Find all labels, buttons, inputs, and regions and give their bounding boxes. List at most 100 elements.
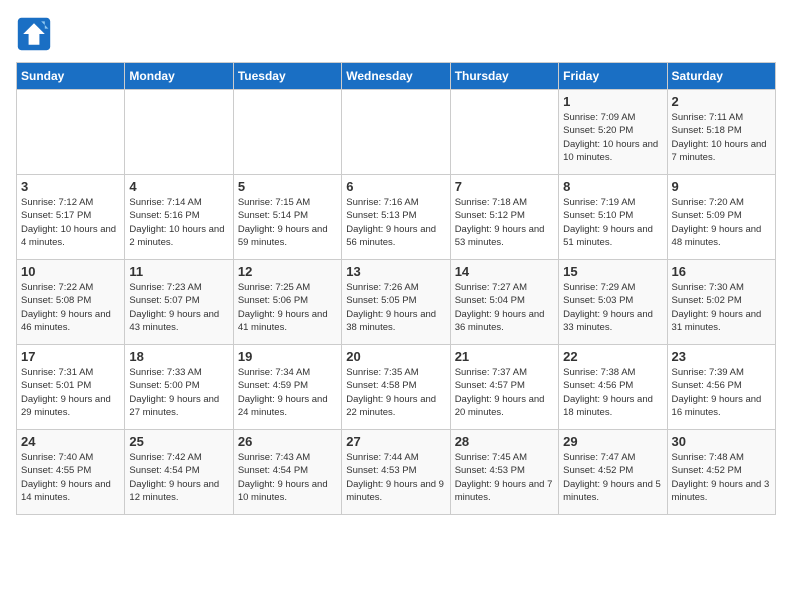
- calendar-header-monday: Monday: [125, 63, 233, 90]
- logo-icon: [16, 16, 52, 52]
- calendar-cell: 28Sunrise: 7:45 AM Sunset: 4:53 PM Dayli…: [450, 430, 558, 515]
- day-info: Sunrise: 7:22 AM Sunset: 5:08 PM Dayligh…: [21, 281, 120, 334]
- day-info: Sunrise: 7:23 AM Sunset: 5:07 PM Dayligh…: [129, 281, 228, 334]
- day-number: 8: [563, 179, 662, 194]
- calendar-cell: 18 Sunrise: 7:33 AM Sunset: 5:00 PM Dayli…: [125, 345, 233, 430]
- day-info: Sunrise: 7:30 AM Sunset: 5:02 PM Dayligh…: [672, 281, 771, 334]
- day-info: Sunrise: 7:35 AM Sunset: 4:58 PM Dayligh…: [346, 366, 445, 419]
- day-info: Sunrise: 7:09 AM Sunset: 5:20 PM Dayligh…: [563, 111, 662, 164]
- calendar-cell: 16 Sunrise: 7:30 AM Sunset: 5:02 PM Dayli…: [667, 260, 775, 345]
- day-number: 7: [455, 179, 554, 194]
- day-info: Sunrise: 7:26 AM Sunset: 5:05 PM Dayligh…: [346, 281, 445, 334]
- day-number: 18: [129, 349, 228, 364]
- day-number: 5: [238, 179, 337, 194]
- day-number: 11: [129, 264, 228, 279]
- calendar-body: 1 Sunrise: 7:09 AM Sunset: 5:20 PM Daylig…: [17, 90, 776, 515]
- day-info: Sunrise: 7:44 AM Sunset: 4:53 PM Dayligh…: [346, 451, 445, 504]
- day-number: 16: [672, 264, 771, 279]
- day-number: 6: [346, 179, 445, 194]
- calendar-header-wednesday: Wednesday: [342, 63, 450, 90]
- calendar-cell: 10 Sunrise: 7:22 AM Sunset: 5:08 PM Dayli…: [17, 260, 125, 345]
- calendar-week-row: 10 Sunrise: 7:22 AM Sunset: 5:08 PM Dayli…: [17, 260, 776, 345]
- day-number: 21: [455, 349, 554, 364]
- day-info: Sunrise: 7:16 AM Sunset: 5:13 PM Dayligh…: [346, 196, 445, 249]
- calendar-cell: [125, 90, 233, 175]
- calendar-cell: 1 Sunrise: 7:09 AM Sunset: 5:20 PM Daylig…: [559, 90, 667, 175]
- calendar-cell: 11 Sunrise: 7:23 AM Sunset: 5:07 PM Dayli…: [125, 260, 233, 345]
- calendar-cell: 2 Sunrise: 7:11 AM Sunset: 5:18 PM Daylig…: [667, 90, 775, 175]
- day-info: Sunrise: 7:34 AM Sunset: 4:59 PM Dayligh…: [238, 366, 337, 419]
- calendar-cell: [17, 90, 125, 175]
- day-number: 29: [563, 434, 662, 449]
- calendar-header-tuesday: Tuesday: [233, 63, 341, 90]
- day-info: Sunrise: 7:19 AM Sunset: 5:10 PM Dayligh…: [563, 196, 662, 249]
- calendar-week-row: 17 Sunrise: 7:31 AM Sunset: 5:01 PM Dayli…: [17, 345, 776, 430]
- day-number: 1: [563, 94, 662, 109]
- day-number: 15: [563, 264, 662, 279]
- calendar-cell: 13 Sunrise: 7:26 AM Sunset: 5:05 PM Dayli…: [342, 260, 450, 345]
- day-info: Sunrise: 7:27 AM Sunset: 5:04 PM Dayligh…: [455, 281, 554, 334]
- calendar-cell: 4Sunrise: 7:14 AM Sunset: 5:16 PM Daylig…: [125, 175, 233, 260]
- calendar-header-sunday: Sunday: [17, 63, 125, 90]
- day-info: Sunrise: 7:11 AM Sunset: 5:18 PM Dayligh…: [672, 111, 771, 164]
- day-number: 30: [672, 434, 771, 449]
- calendar-week-row: 1 Sunrise: 7:09 AM Sunset: 5:20 PM Daylig…: [17, 90, 776, 175]
- day-info: Sunrise: 7:40 AM Sunset: 4:55 PM Dayligh…: [21, 451, 120, 504]
- day-number: 10: [21, 264, 120, 279]
- calendar-cell: 29 Sunrise: 7:47 AM Sunset: 4:52 PM Dayli…: [559, 430, 667, 515]
- day-info: Sunrise: 7:20 AM Sunset: 5:09 PM Dayligh…: [672, 196, 771, 249]
- day-info: Sunrise: 7:25 AM Sunset: 5:06 PM Dayligh…: [238, 281, 337, 334]
- day-info: Sunrise: 7:43 AM Sunset: 4:54 PM Dayligh…: [238, 451, 337, 504]
- calendar-cell: 20 Sunrise: 7:35 AM Sunset: 4:58 PM Dayli…: [342, 345, 450, 430]
- calendar-week-row: 3Sunrise: 7:12 AM Sunset: 5:17 PM Daylig…: [17, 175, 776, 260]
- day-number: 13: [346, 264, 445, 279]
- calendar-table: SundayMondayTuesdayWednesdayThursdayFrid…: [16, 62, 776, 515]
- day-number: 3: [21, 179, 120, 194]
- calendar-cell: 6 Sunrise: 7:16 AM Sunset: 5:13 PM Daylig…: [342, 175, 450, 260]
- day-info: Sunrise: 7:33 AM Sunset: 5:00 PM Dayligh…: [129, 366, 228, 419]
- day-number: 4: [129, 179, 228, 194]
- day-info: Sunrise: 7:38 AM Sunset: 4:56 PM Dayligh…: [563, 366, 662, 419]
- day-info: Sunrise: 7:15 AM Sunset: 5:14 PM Dayligh…: [238, 196, 337, 249]
- calendar-header-saturday: Saturday: [667, 63, 775, 90]
- day-info: Sunrise: 7:42 AM Sunset: 4:54 PM Dayligh…: [129, 451, 228, 504]
- page-header: [16, 16, 776, 52]
- day-number: 19: [238, 349, 337, 364]
- calendar-cell: 22Sunrise: 7:38 AM Sunset: 4:56 PM Dayli…: [559, 345, 667, 430]
- logo: [16, 16, 56, 52]
- day-number: 2: [672, 94, 771, 109]
- calendar-cell: 12Sunrise: 7:25 AM Sunset: 5:06 PM Dayli…: [233, 260, 341, 345]
- day-number: 24: [21, 434, 120, 449]
- calendar-cell: 5 Sunrise: 7:15 AM Sunset: 5:14 PM Daylig…: [233, 175, 341, 260]
- calendar-week-row: 24 Sunrise: 7:40 AM Sunset: 4:55 PM Dayli…: [17, 430, 776, 515]
- calendar-cell: [450, 90, 558, 175]
- day-info: Sunrise: 7:47 AM Sunset: 4:52 PM Dayligh…: [563, 451, 662, 504]
- calendar-header-friday: Friday: [559, 63, 667, 90]
- calendar-cell: 26Sunrise: 7:43 AM Sunset: 4:54 PM Dayli…: [233, 430, 341, 515]
- day-number: 14: [455, 264, 554, 279]
- day-info: Sunrise: 7:39 AM Sunset: 4:56 PM Dayligh…: [672, 366, 771, 419]
- calendar-cell: [342, 90, 450, 175]
- calendar-cell: [233, 90, 341, 175]
- calendar-cell: 21Sunrise: 7:37 AM Sunset: 4:57 PM Dayli…: [450, 345, 558, 430]
- day-number: 20: [346, 349, 445, 364]
- calendar-cell: 25 Sunrise: 7:42 AM Sunset: 4:54 PM Dayli…: [125, 430, 233, 515]
- day-info: Sunrise: 7:31 AM Sunset: 5:01 PM Dayligh…: [21, 366, 120, 419]
- calendar-cell: 15Sunrise: 7:29 AM Sunset: 5:03 PM Dayli…: [559, 260, 667, 345]
- day-info: Sunrise: 7:45 AM Sunset: 4:53 PM Dayligh…: [455, 451, 554, 504]
- calendar-cell: 9 Sunrise: 7:20 AM Sunset: 5:09 PM Daylig…: [667, 175, 775, 260]
- calendar-cell: 30 Sunrise: 7:48 AM Sunset: 4:52 PM Dayli…: [667, 430, 775, 515]
- day-number: 23: [672, 349, 771, 364]
- day-number: 25: [129, 434, 228, 449]
- calendar-cell: 23 Sunrise: 7:39 AM Sunset: 4:56 PM Dayli…: [667, 345, 775, 430]
- day-info: Sunrise: 7:48 AM Sunset: 4:52 PM Dayligh…: [672, 451, 771, 504]
- calendar-cell: 7Sunrise: 7:18 AM Sunset: 5:12 PM Daylig…: [450, 175, 558, 260]
- calendar-header-row: SundayMondayTuesdayWednesdayThursdayFrid…: [17, 63, 776, 90]
- calendar-cell: 14 Sunrise: 7:27 AM Sunset: 5:04 PM Dayli…: [450, 260, 558, 345]
- calendar-cell: 3Sunrise: 7:12 AM Sunset: 5:17 PM Daylig…: [17, 175, 125, 260]
- calendar-cell: 8 Sunrise: 7:19 AM Sunset: 5:10 PM Daylig…: [559, 175, 667, 260]
- calendar-cell: 27Sunrise: 7:44 AM Sunset: 4:53 PM Dayli…: [342, 430, 450, 515]
- calendar-header-thursday: Thursday: [450, 63, 558, 90]
- day-number: 9: [672, 179, 771, 194]
- day-number: 17: [21, 349, 120, 364]
